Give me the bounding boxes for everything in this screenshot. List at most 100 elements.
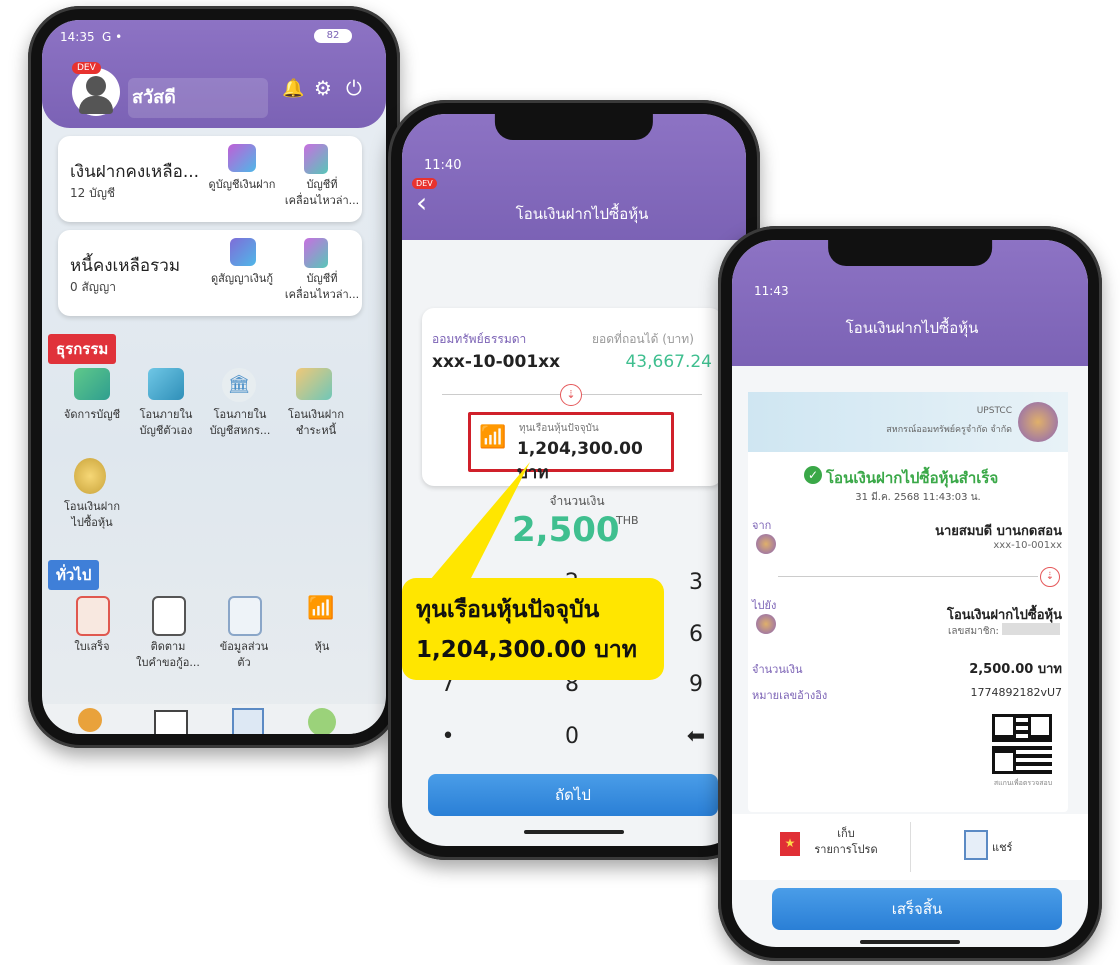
- page-title: โอนเงินฝากไปซื้อหุ้น: [515, 205, 649, 223]
- from-label: จาก: [752, 519, 772, 532]
- key-6[interactable]: 6: [676, 622, 716, 647]
- loan-summary-card[interactable]: หนี้คงเหลือรวม 0 สัญญา ดูสัญญาเงินกู้ บั…: [58, 230, 362, 316]
- coin-stack-icon[interactable]: [74, 458, 106, 494]
- transaction-datetime: 31 มี.ค. 2568 11:43:03 น.: [855, 492, 981, 503]
- profile-doc-icon[interactable]: [228, 596, 262, 636]
- page-title: โอนเงินฝากไปซื้อหุ้น: [845, 319, 979, 337]
- deposit-book-icon: [228, 144, 256, 172]
- recent-account-label-1[interactable]: บัญชีที่: [282, 178, 362, 192]
- divider: [778, 576, 1038, 577]
- callout-line-2: 1,204,300.00 บาท: [416, 637, 637, 663]
- recent-account-label-2: เคลื่อนไหวล่า...: [284, 194, 360, 207]
- stock-chart-icon[interactable]: 📶: [304, 596, 338, 630]
- notch: [828, 240, 992, 266]
- phone-home: 14:35 G • 82 DEV สวัสดี 🔔 ⚙ ⏻ เงินฝากคงเ…: [28, 6, 400, 748]
- action-divider: [910, 822, 911, 872]
- qr-code-icon: [992, 714, 1052, 774]
- home-indicator: [524, 830, 624, 834]
- to-name: โอนเงินฝากไปซื้อหุ้น: [946, 608, 1062, 623]
- transfer-icon[interactable]: [148, 368, 184, 400]
- from-name: นายสมบดี บานกดสอน: [935, 524, 1062, 539]
- transfer-down-icon: ⇣: [560, 384, 582, 406]
- callout-box: ทุนเรือนหุ้นปัจจุบัน 1,204,300.00 บาท: [402, 578, 664, 680]
- coop-name: สหกรณ์ออมทรัพย์ครูจำกัด จำกัด: [886, 425, 1012, 435]
- next-button[interactable]: ถัดไป: [428, 774, 718, 816]
- key-dot[interactable]: •: [428, 724, 468, 749]
- phone-activity-icon: [304, 144, 328, 174]
- done-button[interactable]: เสร็จสิ้น: [772, 888, 1062, 930]
- menu-manage-account[interactable]: จัดการบัญชี: [46, 408, 138, 422]
- menu-transfer-own-l2: บัญชีตัวเอง: [139, 424, 193, 437]
- loan-contract-icon: [230, 238, 256, 266]
- save-favorite-l2: รายการโปรด: [814, 843, 878, 856]
- currency-label: THB: [616, 514, 639, 527]
- menu-transfer-own-l1[interactable]: โอนภายใน: [128, 408, 204, 422]
- deposit-title: เงินฝากคงเหลือ...: [70, 162, 200, 182]
- share-button[interactable]: แชร์: [992, 838, 1012, 856]
- reference-label: หมายเลขอ้างอิง: [752, 689, 828, 702]
- amount-label: จำนวนเงิน: [752, 663, 803, 676]
- receipt-icon[interactable]: [76, 596, 110, 636]
- greeting-text: สวัสดี: [132, 87, 176, 108]
- menu-personal-info-l1[interactable]: ข้อมูลส่วน: [204, 640, 284, 654]
- menu-track-loan-l2: ใบคำขอกู้อ...: [136, 656, 200, 669]
- key-9[interactable]: 9: [676, 672, 716, 697]
- loan-title: หนี้คงเหลือรวม: [70, 256, 181, 276]
- section-transactions: ธุรกรรม: [48, 334, 117, 364]
- stock-chart-icon: 📶: [479, 425, 507, 450]
- view-deposit-link[interactable]: ดูบัญชีเงินฝาก: [192, 178, 292, 192]
- deposit-summary-card[interactable]: เงินฝากคงเหลือ... 12 บัญชี ดูบัญชีเงินฝา…: [58, 136, 362, 222]
- transfer-down-icon: ⇣: [1040, 567, 1060, 587]
- status-time: 14:35: [60, 30, 95, 44]
- avatar[interactable]: [72, 68, 120, 116]
- bank-icon[interactable]: 🏛: [222, 368, 256, 402]
- menu-pay-debt-l1[interactable]: โอนเงินฝาก: [276, 408, 356, 422]
- bell-icon[interactable]: 🔔: [282, 78, 304, 99]
- menu-transfer-coop-l2: บัญชีสหกร...: [209, 424, 271, 437]
- coop-short-name: UPSTCC: [976, 406, 1012, 416]
- menu-track-loan-l1[interactable]: ติดตาม: [128, 640, 208, 654]
- receipt-screen: 11:43 โอนเงินฝากไปซื้อหุ้น UPSTCC สหกรณ์…: [732, 240, 1088, 947]
- menu-receipt[interactable]: ใบเสร็จ: [52, 640, 132, 654]
- callout-line-1: ทุนเรือนหุ้นปัจจุบัน: [416, 597, 600, 623]
- to-coop-icon: [756, 614, 776, 634]
- menu-buy-shares-l1[interactable]: โอนเงินฝาก: [46, 500, 138, 514]
- menu-buy-shares-l2: ไปซื้อหุ้น: [71, 516, 113, 529]
- menu-transfer-coop-l1[interactable]: โอนภายใน: [198, 408, 282, 422]
- menu-personal-info-l2: ตัว: [237, 656, 251, 669]
- from-account: xxx-10-001xx: [993, 540, 1062, 551]
- map-icon[interactable]: [74, 368, 110, 400]
- key-3[interactable]: 3: [676, 570, 716, 595]
- pay-debt-icon[interactable]: [296, 368, 332, 400]
- section-general: ทั่วไป: [48, 560, 100, 590]
- success-message: โอนเงินฝากไปซื้อหุ้นสำเร็จ: [826, 469, 999, 487]
- member-label: เลขสมาชิก:: [948, 626, 999, 637]
- coop-logo-icon: [1018, 402, 1058, 442]
- phone-activity-icon: [304, 238, 328, 268]
- balance-value: 43,667.24: [625, 352, 712, 372]
- withdrawable-label: ยอดที่ถอนได้ (บาท): [592, 332, 694, 346]
- view-loan-link[interactable]: ดูสัญญาเงินกู้: [192, 272, 292, 286]
- receipt-slip: UPSTCC สหกรณ์ออมทรัพย์ครูจำกัด จำกัด ✓ โ…: [748, 392, 1068, 812]
- key-0[interactable]: 0: [552, 724, 592, 749]
- more-menu-row: [42, 704, 386, 734]
- recent-account-label-2: เคลื่อนไหวล่า...: [284, 288, 360, 301]
- member-number-redacted: [1002, 623, 1060, 635]
- reference-number: 1774892182vU7: [970, 686, 1062, 699]
- notch: [494, 114, 654, 140]
- recent-account-label-1[interactable]: บัญชีที่: [282, 272, 362, 286]
- document-track-icon[interactable]: [152, 596, 186, 636]
- share-doc-icon[interactable]: [964, 830, 988, 860]
- home-screen: 14:35 G • 82 DEV สวัสดี 🔔 ⚙ ⏻ เงินฝากคงเ…: [42, 20, 386, 734]
- status-extra: G •: [102, 30, 123, 44]
- bookmark-star-icon[interactable]: ★: [780, 832, 800, 856]
- phone-receipt: 11:43 โอนเงินฝากไปซื้อหุ้น UPSTCC สหกรณ์…: [718, 226, 1102, 961]
- gear-icon[interactable]: ⚙: [314, 76, 332, 100]
- menu-shares[interactable]: หุ้น: [282, 640, 362, 654]
- account-type-label: ออมทรัพย์ธรรมดา: [432, 332, 527, 346]
- from-coop-icon: [756, 534, 776, 554]
- back-arrow-icon[interactable]: ‹: [416, 186, 427, 219]
- power-icon[interactable]: ⏻: [346, 76, 362, 100]
- dev-badge: DEV: [72, 62, 101, 74]
- backspace-icon[interactable]: ⬅: [676, 724, 716, 749]
